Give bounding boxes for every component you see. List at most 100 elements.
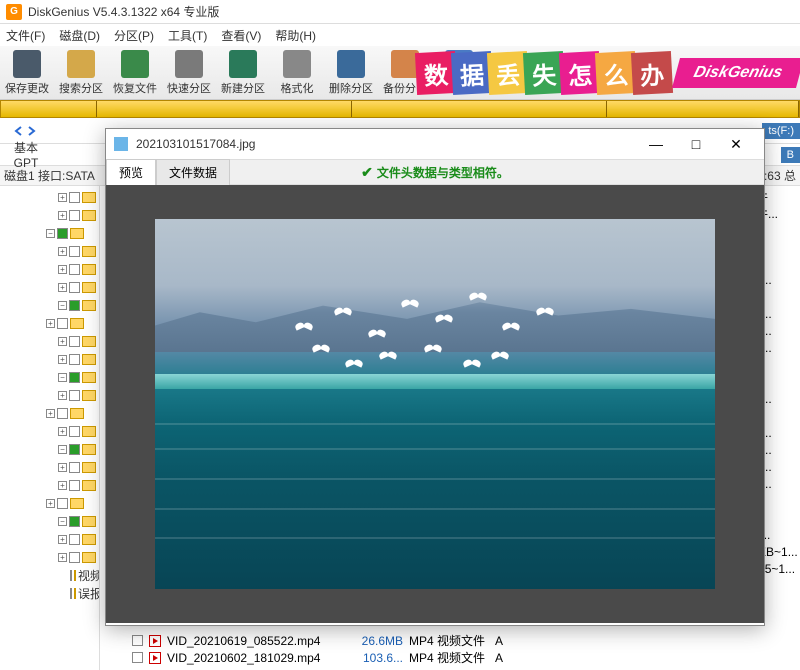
expand-icon[interactable]: +: [58, 337, 67, 346]
checkbox[interactable]: [69, 390, 80, 401]
tree-node[interactable]: 误报: [2, 584, 97, 602]
checkbox[interactable]: [57, 408, 68, 419]
folder-icon: [82, 372, 96, 383]
tree-panel[interactable]: ++−+++−+++−+++−+++−++视频误报: [0, 186, 100, 670]
checkbox[interactable]: [69, 282, 80, 293]
checkbox[interactable]: [69, 444, 80, 455]
checkbox[interactable]: [69, 426, 80, 437]
toolbar-button-6[interactable]: 删除分区: [324, 47, 378, 99]
checkbox[interactable]: [69, 516, 80, 527]
tree-node[interactable]: +: [2, 386, 97, 404]
bird-decoration: [424, 345, 442, 355]
toolbar-button-5[interactable]: 格式化: [270, 47, 324, 99]
expand-icon[interactable]: −: [58, 445, 67, 454]
tree-node[interactable]: −: [2, 296, 97, 314]
checkbox[interactable]: [69, 552, 80, 563]
menu-view[interactable]: 查看(V): [221, 27, 261, 44]
toolbar-button-2[interactable]: 恢复文件: [108, 47, 162, 99]
toolbar-button-4[interactable]: 新建分区: [216, 47, 270, 99]
tree-node[interactable]: −: [2, 440, 97, 458]
tree-node[interactable]: +: [2, 476, 97, 494]
table-row[interactable]: VID_20210619_085522.mp426.6MBMP4 视频文件A: [132, 632, 515, 649]
nav-arrows[interactable]: [0, 126, 50, 136]
tree-node[interactable]: +: [2, 404, 97, 422]
checkbox[interactable]: [69, 534, 80, 545]
checkbox[interactable]: [57, 318, 68, 329]
toolbar-button-0[interactable]: 保存更改: [0, 47, 54, 99]
expand-icon[interactable]: +: [58, 247, 67, 256]
expand-icon[interactable]: +: [58, 193, 67, 202]
minimize-button[interactable]: —: [636, 130, 676, 158]
bird-decoration: [502, 323, 520, 333]
expand-icon[interactable]: +: [58, 535, 67, 544]
tree-node[interactable]: +: [2, 260, 97, 278]
checkbox[interactable]: [69, 192, 80, 203]
menu-file[interactable]: 文件(F): [6, 27, 45, 44]
tree-node[interactable]: +: [2, 494, 97, 512]
expand-icon[interactable]: +: [58, 391, 67, 400]
disk-map[interactable]: [0, 100, 800, 118]
checkbox[interactable]: [69, 372, 80, 383]
checkbox[interactable]: [70, 588, 72, 599]
expand-icon[interactable]: +: [58, 211, 67, 220]
toolbar-button-3[interactable]: 快速分区: [162, 47, 216, 99]
toolbar-icon: [121, 50, 149, 78]
expand-icon[interactable]: +: [58, 265, 67, 274]
menu-tools[interactable]: 工具(T): [168, 27, 207, 44]
checkbox[interactable]: [69, 264, 80, 275]
expand-icon[interactable]: +: [46, 319, 55, 328]
dialog-titlebar[interactable]: 20210310151708­4.jpg — □ ✕: [106, 129, 764, 159]
menu-disk[interactable]: 磁盘(D): [59, 27, 100, 44]
tree-node[interactable]: +: [2, 422, 97, 440]
app-title: DiskGenius V5.4.3.1322 x64 专业版: [28, 3, 219, 20]
checkbox[interactable]: [57, 228, 68, 239]
tree-node[interactable]: −: [2, 368, 97, 386]
toolbar-button-1[interactable]: 搜索分区: [54, 47, 108, 99]
expand-icon[interactable]: +: [58, 481, 67, 490]
table-row[interactable]: VID_20210602_181029.mp4103.6...MP4 视频文件A: [132, 649, 515, 666]
expand-icon[interactable]: +: [58, 463, 67, 472]
tree-node[interactable]: +: [2, 206, 97, 224]
expand-icon[interactable]: +: [46, 409, 55, 418]
tab-preview[interactable]: 预览: [106, 159, 156, 185]
expand-icon[interactable]: +: [58, 553, 67, 562]
tree-node[interactable]: 视频: [2, 566, 97, 584]
tree-node[interactable]: +: [2, 242, 97, 260]
checkbox[interactable]: [69, 480, 80, 491]
checkbox[interactable]: [69, 354, 80, 365]
close-button[interactable]: ✕: [716, 130, 756, 158]
tree-node[interactable]: +: [2, 530, 97, 548]
expand-icon[interactable]: +: [58, 283, 67, 292]
tab-filedata[interactable]: 文件数据: [156, 159, 230, 185]
maximize-button[interactable]: □: [676, 130, 716, 158]
toolbar-label: 快速分区: [167, 80, 211, 96]
folder-icon: [82, 516, 96, 527]
checkbox[interactable]: [69, 246, 80, 257]
tree-node[interactable]: +: [2, 314, 97, 332]
menu-help[interactable]: 帮助(H): [275, 27, 316, 44]
checkbox[interactable]: [69, 462, 80, 473]
menu-partition[interactable]: 分区(P): [114, 27, 154, 44]
expand-icon[interactable]: −: [58, 517, 67, 526]
checkbox[interactable]: [69, 210, 80, 221]
expand-icon[interactable]: +: [46, 499, 55, 508]
expand-icon[interactable]: −: [58, 373, 67, 382]
expand-icon[interactable]: +: [58, 355, 67, 364]
checkbox[interactable]: [69, 300, 80, 311]
expand-icon[interactable]: −: [58, 301, 67, 310]
tree-node[interactable]: −: [2, 224, 97, 242]
checkbox[interactable]: [132, 635, 143, 646]
checkbox[interactable]: [57, 498, 68, 509]
tree-node[interactable]: +: [2, 548, 97, 566]
checkbox[interactable]: [70, 570, 72, 581]
expand-icon[interactable]: −: [46, 229, 55, 238]
checkbox[interactable]: [69, 336, 80, 347]
checkbox[interactable]: [132, 652, 143, 663]
tree-node[interactable]: +: [2, 278, 97, 296]
tree-node[interactable]: −: [2, 512, 97, 530]
tree-node[interactable]: +: [2, 350, 97, 368]
expand-icon[interactable]: +: [58, 427, 67, 436]
tree-node[interactable]: +: [2, 332, 97, 350]
tree-node[interactable]: +: [2, 458, 97, 476]
tree-node[interactable]: +: [2, 188, 97, 206]
